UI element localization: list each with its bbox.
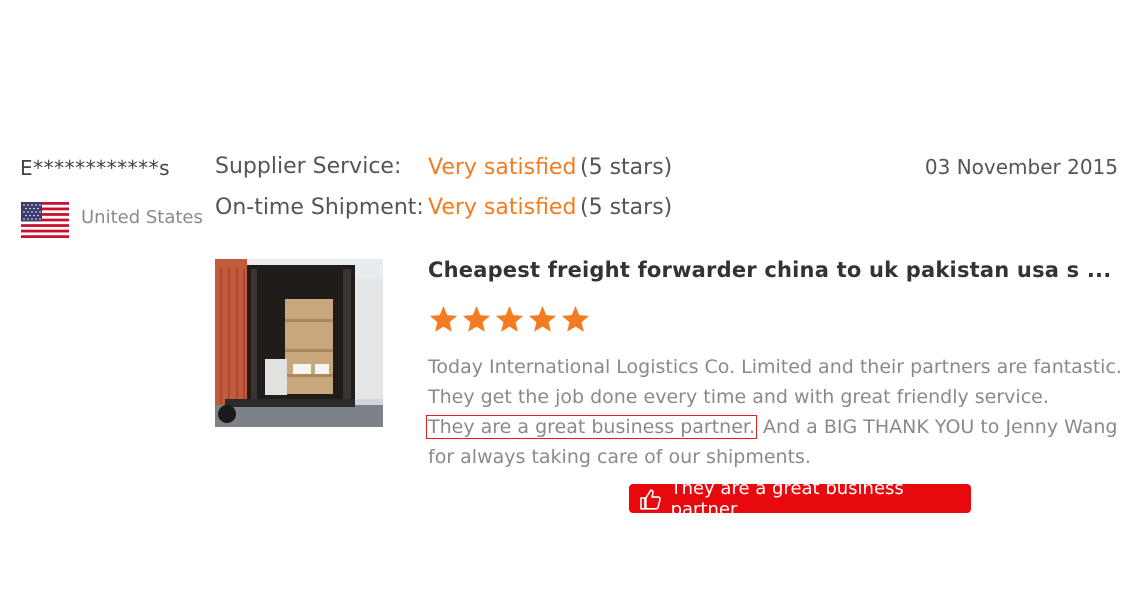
- ontime-shipment-value: Very satisfied: [428, 195, 577, 220]
- star-icon: [561, 305, 590, 332]
- review-text-intro: Today International Logistics Co. Limite…: [428, 356, 1122, 408]
- thumbs-up-icon: [640, 488, 661, 510]
- ontime-shipment-label: On-time Shipment:: [215, 195, 424, 220]
- star-icon: [528, 305, 557, 332]
- review-text: Today International Logistics Co. Limite…: [426, 352, 1128, 472]
- highlight-badge: They are a great business partner: [629, 478, 971, 520]
- review-star-rating: [428, 304, 591, 335]
- supplier-service-value: Very satisfied: [428, 155, 577, 180]
- supplier-service-stars: (5 stars): [580, 155, 673, 180]
- reviewer-country: United States: [81, 207, 203, 228]
- us-flag-icon: [21, 202, 69, 238]
- review-text-highlight: They are a great business partner.: [426, 415, 757, 439]
- ontime-shipment-stars: (5 stars): [580, 195, 673, 220]
- star-icon: [495, 305, 524, 332]
- badge-label: They are a great business partner: [670, 477, 904, 520]
- review-date: 03 November 2015: [924, 155, 1118, 179]
- star-icon: [462, 305, 491, 332]
- shipping-container-photo[interactable]: [215, 259, 383, 427]
- star-icon: [429, 305, 458, 332]
- reviewer-name: E************s: [20, 156, 171, 180]
- supplier-service-label: Supplier Service:: [215, 154, 402, 179]
- review-title[interactable]: Cheapest freight forwarder china to uk p…: [428, 258, 1111, 282]
